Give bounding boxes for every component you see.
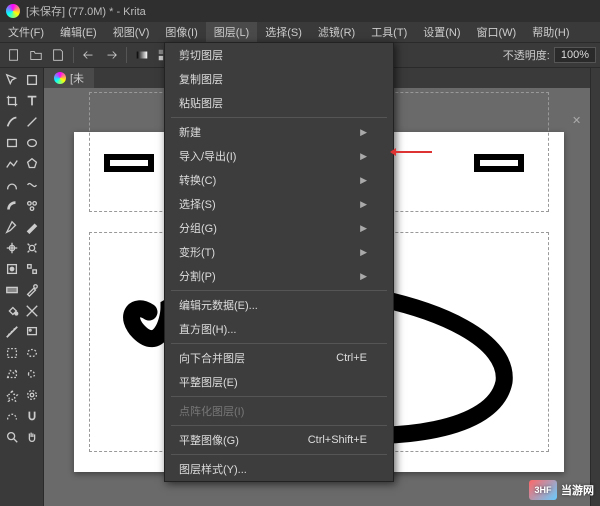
pattern-edit-tool[interactable] <box>22 259 41 279</box>
submenu-arrow-icon: ▶ <box>360 247 367 258</box>
menu-window[interactable]: 窗口(W) <box>469 22 525 42</box>
menu-select-sub[interactable]: 选择(S)▶ <box>165 192 393 216</box>
shortcut-label: Ctrl+E <box>336 352 367 364</box>
menu-settings[interactable]: 设置(N) <box>415 22 468 42</box>
menu-paste-layer[interactable]: 粘贴图层 <box>165 91 393 115</box>
doc-icon <box>54 72 66 84</box>
annotation-arrow <box>392 151 432 153</box>
menu-image[interactable]: 图像(I) <box>157 22 205 42</box>
new-file-icon[interactable] <box>4 45 24 65</box>
window-title: [未保存] (77.0M) * - Krita <box>26 3 146 19</box>
poly-select-tool[interactable] <box>2 364 21 384</box>
ellipse-tool[interactable] <box>22 133 41 153</box>
deform-tool[interactable] <box>2 238 21 258</box>
menu-split[interactable]: 分割(P)▶ <box>165 264 393 288</box>
submenu-arrow-icon: ▶ <box>360 175 367 186</box>
submenu-arrow-icon: ▶ <box>360 271 367 282</box>
layer-menu-dropdown: 剪切图层 复制图层 粘贴图层 新建▶ 导入/导出(I)▶ 转换(C)▶ 选择(S… <box>164 42 394 482</box>
similar-select-tool[interactable] <box>22 385 41 405</box>
polygon-tool[interactable] <box>22 154 41 174</box>
menu-flatten-image[interactable]: 平整图像(G)Ctrl+Shift+E <box>165 428 393 452</box>
move-tool[interactable] <box>2 70 21 90</box>
free-select-tool[interactable] <box>22 364 41 384</box>
fill-tool[interactable] <box>2 301 21 321</box>
dyna-tool[interactable] <box>2 196 21 216</box>
opacity-label: 不透明度: <box>503 47 550 63</box>
menu-edit[interactable]: 编辑(E) <box>52 22 105 42</box>
contig-select-tool[interactable] <box>2 385 21 405</box>
pan-tool[interactable] <box>22 427 41 447</box>
gradient-tool[interactable] <box>2 280 21 300</box>
zoom-tool[interactable] <box>2 427 21 447</box>
shortcut-label: Ctrl+Shift+E <box>308 434 367 446</box>
menu-layer-style[interactable]: 图层样式(Y)... <box>165 457 393 481</box>
menu-metadata[interactable]: 编辑元数据(E)... <box>165 293 393 317</box>
undo-icon[interactable] <box>79 45 99 65</box>
titlebar: [未保存] (77.0M) * - Krita <box>0 0 600 22</box>
menu-import-export[interactable]: 导入/导出(I)▶ <box>165 144 393 168</box>
polyline-tool[interactable] <box>2 154 21 174</box>
brush-tool[interactable] <box>2 112 21 132</box>
menu-cut-layer[interactable]: 剪切图层 <box>165 43 393 67</box>
calligraphy-tool[interactable] <box>22 217 41 237</box>
document-tab[interactable]: [未 <box>44 68 94 88</box>
menu-group[interactable]: 分组(G)▶ <box>165 216 393 240</box>
reference-tool[interactable] <box>22 322 41 342</box>
menu-help[interactable]: 帮助(H) <box>524 22 577 42</box>
menu-flatten-layer[interactable]: 平整图层(E) <box>165 370 393 394</box>
menu-tools[interactable]: 工具(T) <box>363 22 415 42</box>
menu-new[interactable]: 新建▶ <box>165 120 393 144</box>
opacity-value[interactable]: 100% <box>554 47 596 63</box>
text-tool[interactable] <box>22 91 41 111</box>
open-file-icon[interactable] <box>26 45 46 65</box>
panel-close-icon[interactable]: ✕ <box>572 114 586 128</box>
smart-fill-tool[interactable] <box>2 259 21 279</box>
menu-select[interactable]: 选择(S) <box>257 22 310 42</box>
menu-histogram[interactable]: 直方图(H)... <box>165 317 393 341</box>
multibrush-tool[interactable] <box>22 196 41 216</box>
crop-tool[interactable] <box>2 91 21 111</box>
toolbox <box>0 68 44 506</box>
line-tool[interactable] <box>22 112 41 132</box>
submenu-arrow-icon: ▶ <box>360 223 367 234</box>
menu-filter[interactable]: 滤镜(R) <box>310 22 363 42</box>
bezier-tool[interactable] <box>2 175 21 195</box>
tab-label: [未 <box>70 70 84 86</box>
bezier-select-tool[interactable] <box>2 406 21 426</box>
submenu-arrow-icon: ▶ <box>360 127 367 138</box>
watermark: 3HF 当游网 <box>529 480 594 500</box>
gradient-icon[interactable] <box>132 45 152 65</box>
measure-tool[interactable] <box>2 322 21 342</box>
right-sidebar <box>590 68 600 506</box>
redo-icon[interactable] <box>101 45 121 65</box>
menu-file[interactable]: 文件(F) <box>0 22 52 42</box>
watermark-logo-icon: 3HF <box>529 480 557 500</box>
menu-transform-sub[interactable]: 变形(T)▶ <box>165 240 393 264</box>
transform-tool[interactable] <box>22 70 41 90</box>
menu-rasterize: 点阵化图层(I) <box>165 399 393 423</box>
app-icon <box>6 4 20 18</box>
menu-copy-layer[interactable]: 复制图层 <box>165 67 393 91</box>
edit-shape-tool[interactable] <box>2 217 21 237</box>
menu-layer[interactable]: 图层(L) <box>206 22 257 42</box>
drawn-rect-right-inner <box>480 160 518 166</box>
assist-tool[interactable] <box>22 301 41 321</box>
menu-convert[interactable]: 转换(C)▶ <box>165 168 393 192</box>
freehand-tool[interactable] <box>22 175 41 195</box>
submenu-arrow-icon: ▶ <box>360 199 367 210</box>
menu-view[interactable]: 视图(V) <box>105 22 158 42</box>
menu-merge-down[interactable]: 向下合并图层Ctrl+E <box>165 346 393 370</box>
lazy-tool[interactable] <box>22 238 41 258</box>
save-icon[interactable] <box>48 45 68 65</box>
menubar: 文件(F) 编辑(E) 视图(V) 图像(I) 图层(L) 选择(S) 滤镜(R… <box>0 22 600 42</box>
rect-tool[interactable] <box>2 133 21 153</box>
magnet-select-tool[interactable] <box>22 406 41 426</box>
submenu-arrow-icon: ▶ <box>360 151 367 162</box>
color-picker-tool[interactable] <box>22 280 41 300</box>
watermark-text: 当游网 <box>561 482 594 498</box>
rect-select-tool[interactable] <box>2 343 21 363</box>
drawn-rect-left-inner <box>110 160 148 166</box>
ellipse-select-tool[interactable] <box>22 343 41 363</box>
